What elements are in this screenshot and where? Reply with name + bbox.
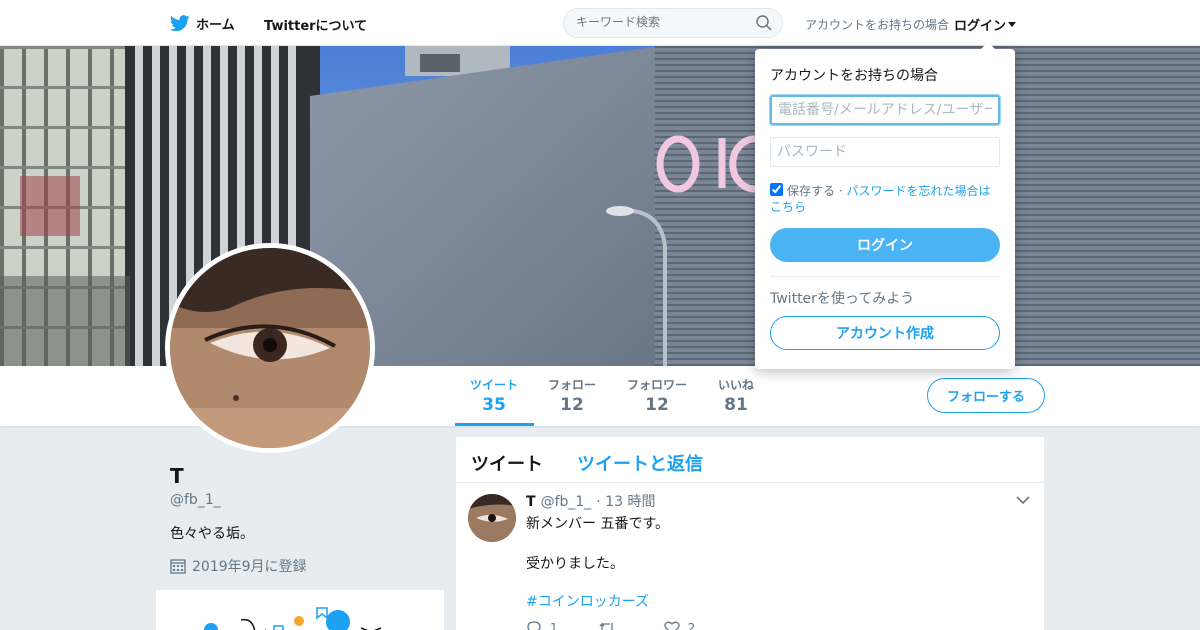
reply-action[interactable]: 1 bbox=[526, 621, 558, 630]
profile-bio: 色々やる垢。 bbox=[170, 526, 254, 542]
reply-icon bbox=[527, 621, 541, 630]
chevron-down-icon[interactable] bbox=[1016, 495, 1030, 505]
nav-home-link[interactable]: ホーム bbox=[170, 14, 235, 33]
tweet-author-name[interactable]: T bbox=[526, 494, 536, 510]
profile-joined: 2019年9月に登録 bbox=[170, 556, 307, 576]
avatar-image bbox=[170, 248, 370, 448]
caret-down-icon bbox=[1008, 21, 1017, 27]
profile-avatar[interactable] bbox=[165, 243, 375, 453]
tab-tweets[interactable]: ツイート bbox=[471, 450, 543, 476]
like-action[interactable]: 2 bbox=[663, 621, 696, 630]
stat-followers[interactable]: フォロワー 12 bbox=[627, 376, 687, 415]
login-dropdown: アカウントをお持ちの場合 保存する · パスワードを忘れた場合はこちら ログイン… bbox=[755, 42, 1015, 369]
stat-label: いいね bbox=[718, 378, 755, 392]
dropdown-divider bbox=[770, 276, 1000, 277]
stat-tweets[interactable]: ツイート 35 bbox=[470, 376, 518, 415]
login-link-label: ログイン bbox=[954, 19, 1007, 34]
tab-tweets-and-replies[interactable]: ツイートと返信 bbox=[577, 450, 703, 476]
search-icon[interactable] bbox=[756, 15, 772, 31]
remember-row: 保存する · パスワードを忘れた場合はこちら bbox=[770, 183, 1002, 215]
side-media-card[interactable] bbox=[156, 590, 444, 630]
password-input[interactable] bbox=[770, 137, 1000, 167]
twitter-bird-icon bbox=[170, 15, 190, 32]
try-twitter-text: Twitterを使ってみよう bbox=[770, 291, 915, 307]
search-box[interactable] bbox=[563, 8, 783, 38]
nav-about-link[interactable]: Twitterについて bbox=[264, 15, 367, 34]
timeline-tabs: ツイート ツイートと返信 bbox=[456, 437, 1044, 483]
remember-checkbox[interactable] bbox=[770, 183, 783, 196]
stat-label: フォロー bbox=[548, 378, 597, 392]
like-count: 2 bbox=[687, 621, 696, 630]
nav-home-label: ホーム bbox=[196, 18, 235, 33]
active-stat-underline bbox=[455, 423, 534, 426]
joined-date-text: 2019年9月に登録 bbox=[192, 559, 307, 575]
search-input[interactable] bbox=[576, 15, 746, 29]
tweet-author-handle[interactable]: @fb_1_ bbox=[541, 494, 592, 510]
stat-label: フォロワー bbox=[627, 378, 688, 392]
side-card-illustration bbox=[204, 607, 382, 630]
stat-value: 81 bbox=[724, 395, 748, 415]
heart-icon bbox=[663, 621, 680, 630]
signup-button[interactable]: アカウント作成 bbox=[770, 316, 1000, 350]
stat-value: 12 bbox=[560, 395, 584, 415]
retweet-action[interactable] bbox=[598, 621, 624, 630]
tweet-text-line: 受かりました。 bbox=[526, 556, 624, 572]
tweet-text-line: 新メンバー 五番です。 bbox=[526, 516, 670, 532]
stat-following[interactable]: フォロー 12 bbox=[548, 376, 596, 415]
login-dropdown-toggle[interactable]: ログイン bbox=[954, 15, 1017, 34]
calendar-icon bbox=[170, 559, 186, 574]
profile-name: T bbox=[170, 464, 184, 488]
tweet-hashtag[interactable]: #コインロッカーズ bbox=[526, 591, 649, 611]
login-button[interactable]: ログイン bbox=[770, 228, 1000, 262]
top-nav: ホーム Twitterについて アカウントをお持ちの場合 ログイン bbox=[0, 0, 1200, 46]
remember-label[interactable]: 保存する bbox=[787, 184, 835, 198]
remember-separator: · bbox=[838, 184, 843, 198]
reply-count: 1 bbox=[550, 621, 558, 630]
retweet-icon bbox=[599, 622, 614, 630]
tweet-actions: 1 2 bbox=[526, 621, 695, 630]
stat-value: 12 bbox=[645, 395, 669, 415]
stat-label: ツイート bbox=[470, 378, 519, 392]
tweet-avatar-image bbox=[468, 494, 516, 542]
profile-handle: @fb_1_ bbox=[170, 492, 221, 508]
stat-likes[interactable]: いいね 81 bbox=[718, 376, 754, 415]
login-dropdown-title: アカウントをお持ちの場合 bbox=[770, 68, 938, 84]
have-account-text: アカウントをお持ちの場合 bbox=[805, 18, 950, 32]
follow-button[interactable]: フォローする bbox=[927, 378, 1045, 413]
timeline: ツイート ツイートと返信 T @fb_1_ · 13 時間 新メンバー 五番です… bbox=[456, 437, 1044, 630]
stat-value: 35 bbox=[482, 395, 506, 415]
username-input[interactable] bbox=[770, 95, 1000, 125]
tweet-avatar[interactable] bbox=[468, 494, 516, 542]
tweet-header: T @fb_1_ · 13 時間 bbox=[526, 491, 655, 511]
tweet-timestamp[interactable]: · 13 時間 bbox=[596, 491, 655, 511]
